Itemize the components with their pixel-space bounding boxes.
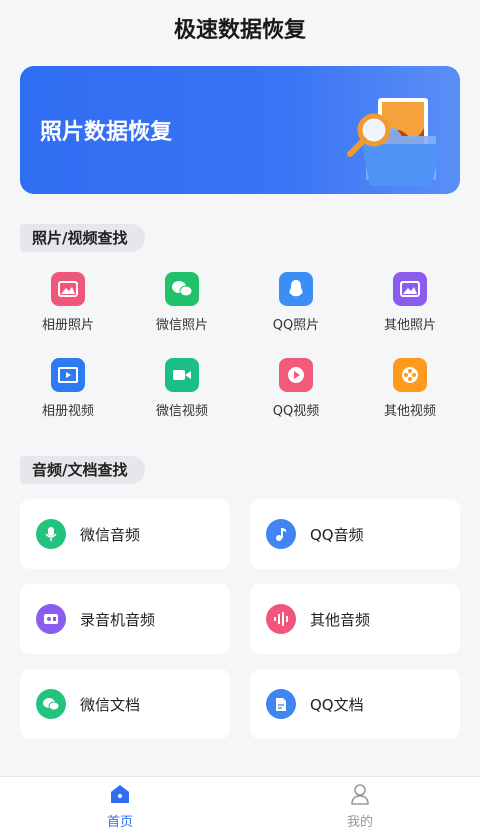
album-photo-label: 相册照片 (41, 318, 94, 333)
user-icon (351, 784, 369, 805)
section-media-label: 照片/视频查找 (20, 224, 146, 252)
wechat-video-item[interactable]: 微信视频 (132, 358, 232, 419)
other-video-icon (393, 358, 427, 392)
wechat-photo-label: 微信照片 (155, 318, 208, 333)
qq-video-label: QQ视频 (272, 404, 320, 419)
wechat-video-icon (165, 358, 199, 392)
tab-mine[interactable]: 我的 (320, 783, 400, 830)
tab-mine-label: 我的 (346, 815, 373, 830)
qq-doc-card[interactable]: QQ文档 (250, 669, 460, 739)
other-photo-item[interactable]: 其他照片 (360, 272, 460, 333)
wechat-doc-card[interactable]: 微信文档 (20, 669, 230, 739)
home-icon (111, 785, 129, 803)
wechat-audio-label: 微信音频 (80, 525, 141, 544)
wechat-photo-icon (165, 272, 199, 306)
other-audio-card[interactable]: 其他音频 (250, 584, 460, 654)
banner-label: 照片数据恢复 (40, 120, 173, 145)
document-icon (266, 689, 296, 719)
microphone-icon (36, 519, 66, 549)
other-audio-label: 其他音频 (310, 610, 371, 629)
wechat-video-label: 微信视频 (155, 404, 208, 419)
tab-home[interactable]: 首页 (80, 783, 160, 830)
recorder-audio-label: 录音机音频 (80, 610, 156, 629)
album-video-label: 相册视频 (41, 404, 94, 419)
qq-audio-card[interactable]: QQ音频 (250, 499, 460, 569)
qq-audio-label: QQ音频 (310, 525, 364, 544)
album-video-icon (51, 358, 85, 392)
folder-magnifier-icon (347, 98, 440, 186)
wechat-doc-icon (36, 689, 66, 719)
qq-video-item[interactable]: QQ视频 (246, 358, 346, 419)
qq-photo-icon (279, 272, 313, 306)
wechat-audio-card[interactable]: 微信音频 (20, 499, 230, 569)
tab-home-label: 首页 (106, 815, 133, 830)
other-photo-label: 其他照片 (383, 318, 436, 333)
album-photo-item[interactable]: 相册照片 (18, 272, 118, 333)
bottom-tab-bar: 首页 我的 (0, 776, 480, 831)
photo-recovery-banner[interactable]: 照片数据恢复 (20, 66, 460, 194)
album-video-item[interactable]: 相册视频 (18, 358, 118, 419)
recorder-audio-card[interactable]: 录音机音频 (20, 584, 230, 654)
other-video-label: 其他视频 (383, 404, 436, 419)
recorder-icon (36, 604, 66, 634)
other-video-item[interactable]: 其他视频 (360, 358, 460, 419)
section-audio-docs-label: 音频/文档查找 (20, 456, 146, 484)
qq-video-icon (279, 358, 313, 392)
wechat-photo-item[interactable]: 微信照片 (132, 272, 232, 333)
other-photo-icon (393, 272, 427, 306)
qq-photo-item[interactable]: QQ照片 (246, 272, 346, 333)
music-note-icon (266, 519, 296, 549)
page-title: 极速数据恢复 (173, 18, 306, 43)
qq-doc-label: QQ文档 (310, 695, 364, 714)
sound-wave-icon (266, 604, 296, 634)
wechat-doc-label: 微信文档 (80, 695, 141, 714)
album-photo-icon (51, 272, 85, 306)
qq-photo-label: QQ照片 (272, 318, 320, 333)
